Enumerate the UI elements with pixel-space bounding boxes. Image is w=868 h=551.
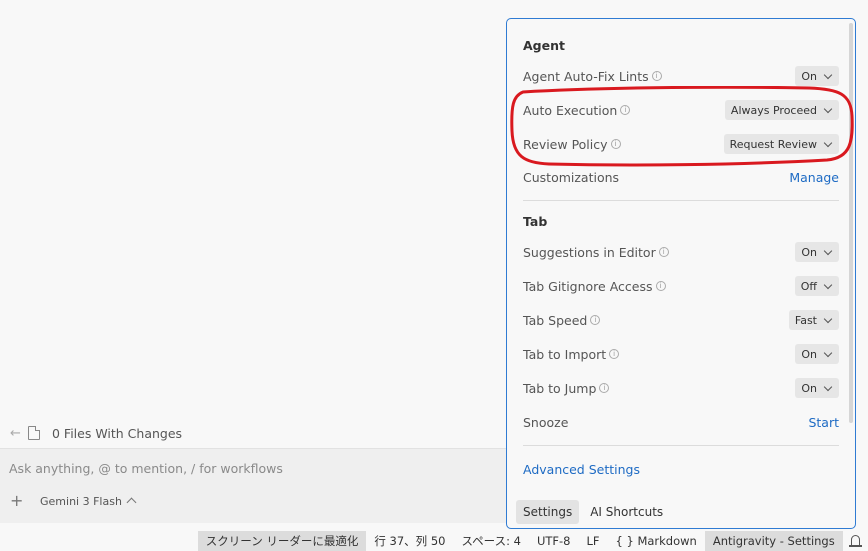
divider [523,445,839,446]
chevron-down-icon [823,382,833,391]
encoding-status[interactable]: UTF-8 [529,531,579,551]
gitignore-dropdown[interactable]: Off [794,276,839,296]
info-icon[interactable]: i [651,71,662,81]
divider [523,200,839,201]
agent-autofix-label: Agent Auto-Fix Lints [523,68,649,84]
review-policy-value: Request Review [729,137,817,151]
files-with-changes[interactable]: ← 0 Files With Changes [10,423,182,443]
agent-autofix-value: On [801,69,817,83]
info-icon[interactable]: i [599,383,610,393]
tab-section-title: Tab [523,214,548,229]
tab-import-dropdown[interactable]: On [795,344,839,364]
info-icon[interactable]: i [610,139,621,149]
suggestions-value: On [801,245,817,259]
panel-tabs: Settings AI Shortcuts [516,500,674,524]
chat-input[interactable] [9,461,489,476]
tab-speed-value: Fast [794,313,817,327]
screen-reader-status[interactable]: スクリーン リーダーに最適化 [197,531,367,551]
auto-execution-label: Auto Execution [523,102,618,118]
tab-speed-label: Tab Speed [523,312,588,328]
chevron-up-icon [126,497,137,508]
file-icon [28,426,40,440]
settings-panel: Agent Agent Auto-Fix Lints i On Auto Exec… [506,18,856,529]
add-context-icon[interactable]: + [10,493,30,509]
advanced-settings-link[interactable]: Advanced Settings [523,462,640,477]
chat-composer: + Gemini 3 Flash [0,448,520,523]
chevron-down-icon [823,280,833,289]
bell-icon[interactable] [848,534,863,547]
review-policy-label: Review Policy [523,136,608,152]
indentation-status[interactable]: スペース: 4 [453,531,528,551]
review-policy-row: Review Policy i Request Review [523,132,839,156]
customizations-row: Customizations Manage [523,165,839,189]
chevron-down-icon [823,314,833,323]
manage-link[interactable]: Manage [789,170,839,185]
info-icon[interactable]: i [620,105,631,115]
language-mode[interactable]: { } Markdown [608,531,705,551]
tab-jump-row: Tab to Jump i On [523,376,839,400]
info-icon[interactable]: i [658,247,669,257]
suggestions-dropdown[interactable]: On [795,242,839,262]
tab-jump-label: Tab to Jump [523,380,597,396]
antigravity-settings-status[interactable]: Antigravity - Settings [704,531,843,551]
chevron-down-icon [823,246,833,255]
panel-scrollbar[interactable] [849,23,853,423]
tab-jump-value: On [801,381,817,395]
chevron-down-icon [823,104,833,113]
status-bar: スクリーン リーダーに最適化 行 37、列 50 スペース: 4 UTF-8 L… [0,531,868,551]
tab-import-value: On [801,347,817,361]
review-policy-dropdown[interactable]: Request Review [723,134,839,154]
tab-speed-dropdown[interactable]: Fast [788,310,839,330]
tab-settings[interactable]: Settings [516,500,580,524]
tab-ai-shortcuts[interactable]: AI Shortcuts [583,500,670,524]
chevron-down-icon [823,348,833,357]
chevron-down-icon [823,138,833,147]
suggestions-row: Suggestions in Editor i On [523,240,839,264]
cursor-position[interactable]: 行 37、列 50 [366,531,453,551]
back-arrow-icon[interactable]: ← [10,426,24,441]
agent-autofix-dropdown[interactable]: On [795,66,839,86]
model-selector[interactable]: Gemini 3 Flash [40,494,137,508]
info-icon[interactable]: i [655,281,666,291]
auto-execution-dropdown[interactable]: Always Proceed [724,100,839,120]
suggestions-label: Suggestions in Editor [523,244,656,260]
advanced-settings-row: Advanced Settings [523,457,839,481]
auto-execution-row: Auto Execution i Always Proceed [523,98,839,122]
auto-execution-value: Always Proceed [730,103,817,117]
tab-import-label: Tab to Import [523,346,607,362]
info-icon[interactable]: i [590,315,601,325]
agent-autofix-row: Agent Auto-Fix Lints i On [523,64,839,88]
gitignore-label: Tab Gitignore Access [523,278,653,294]
snooze-start-link[interactable]: Start [808,415,839,430]
chevron-down-icon [823,70,833,79]
info-icon[interactable]: i [609,349,620,359]
gitignore-row: Tab Gitignore Access i Off [523,274,839,298]
tab-speed-row: Tab Speed i Fast [523,308,839,332]
tab-jump-dropdown[interactable]: On [795,378,839,398]
gitignore-value: Off [800,279,817,293]
snooze-label: Snooze [523,414,569,430]
model-name: Gemini 3 Flash [40,494,122,508]
tab-import-row: Tab to Import i On [523,342,839,366]
agent-section-title: Agent [523,38,565,53]
files-with-changes-label: 0 Files With Changes [52,425,183,441]
eol-status[interactable]: LF [578,531,607,551]
snooze-row: Snooze Start [523,410,839,434]
customizations-label: Customizations [523,169,620,185]
